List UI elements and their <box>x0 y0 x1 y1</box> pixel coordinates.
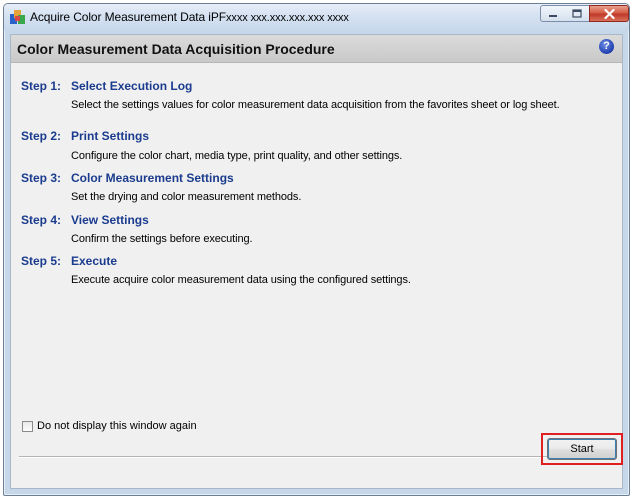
step-4-description: Confirm the settings before executing. <box>71 233 253 245</box>
step-2-label: Step 2: <box>21 129 62 143</box>
minimize-button[interactable] <box>540 5 566 22</box>
dialog-window: Acquire Color Measurement Data iPFxxxx x… <box>3 3 630 496</box>
title-bar[interactable]: Acquire Color Measurement Data iPFxxxx x… <box>4 4 629 30</box>
step-2-title: Print Settings <box>71 129 150 143</box>
step-2: Step 2: Print Settings <box>21 129 149 143</box>
window-title: Acquire Color Measurement Data iPFxxxx x… <box>30 10 349 24</box>
step-3: Step 3: Color Measurement Settings <box>21 171 234 185</box>
dont-show-option[interactable]: Do not display this window again <box>22 420 197 432</box>
step-5-title: Execute <box>71 254 118 268</box>
step-4-label: Step 4: <box>21 213 62 227</box>
step-2-description: Configure the color chart, media type, p… <box>71 150 403 162</box>
window-title-model: xxxx xxx.xxx.xxx.xxx xxxx <box>226 12 349 24</box>
minimize-icon <box>549 14 557 17</box>
dont-show-checkbox[interactable] <box>22 420 33 432</box>
app-icon <box>10 10 25 24</box>
dont-show-label: Do not display this window again <box>37 420 197 432</box>
step-5-label: Step 5: <box>21 254 62 268</box>
dialog-body: Color Measurement Data Acquisition Proce… <box>10 34 623 489</box>
step-1-title: Select Execution Log <box>71 79 193 93</box>
close-icon <box>603 8 615 19</box>
step-3-label: Step 3: <box>21 171 62 185</box>
page-title: Color Measurement Data Acquisition Proce… <box>17 41 335 57</box>
maximize-button[interactable] <box>565 5 590 22</box>
step-1-label: Step 1: <box>21 79 62 93</box>
step-4: Step 4: View Settings <box>21 213 149 227</box>
window-title-app: Acquire Color Measurement Data iPF <box>30 10 227 24</box>
step-5-description: Execute acquire color measurement data u… <box>71 274 411 286</box>
close-button[interactable] <box>589 5 629 22</box>
maximize-icon <box>572 9 582 18</box>
step-3-description: Set the drying and color measurement met… <box>71 191 302 203</box>
footer-divider <box>19 456 614 458</box>
step-1-description: Select the settings values for color mea… <box>71 99 560 111</box>
help-icon[interactable]: ? <box>599 39 614 54</box>
step-3-title: Color Measurement Settings <box>71 171 234 185</box>
step-5: Step 5: Execute <box>21 254 117 268</box>
step-4-title: View Settings <box>71 213 149 227</box>
start-button[interactable]: Start <box>547 438 617 460</box>
step-1: Step 1: Select Execution Log <box>21 79 192 93</box>
procedure-header: Color Measurement Data Acquisition Proce… <box>11 35 622 63</box>
